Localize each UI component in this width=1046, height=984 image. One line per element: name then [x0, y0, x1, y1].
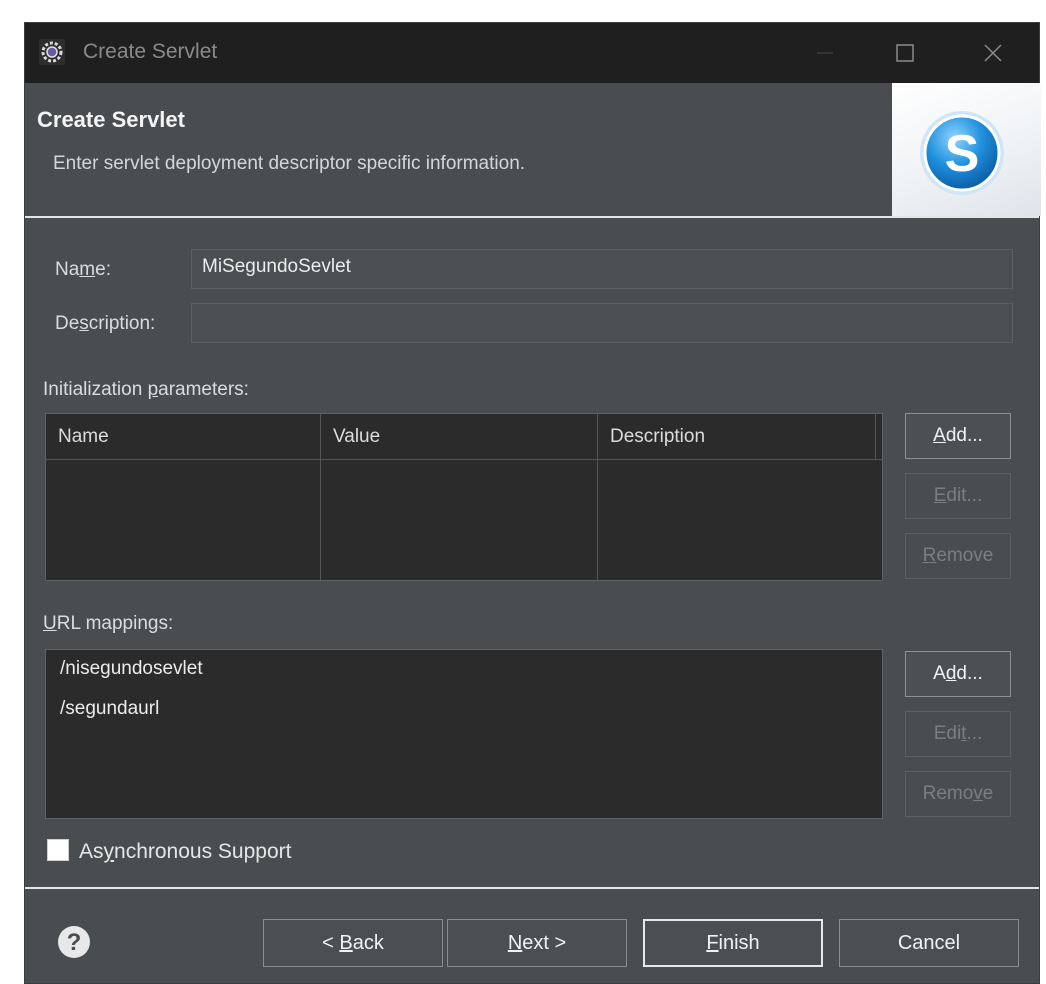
- next-button[interactable]: Next >: [447, 919, 627, 967]
- description-label: Description:: [55, 313, 156, 334]
- asynchronous-support-label[interactable]: Asynchronous Support: [79, 840, 291, 864]
- cancel-button[interactable]: Cancel: [839, 919, 1019, 967]
- wizard-page-title: Create Servlet: [37, 107, 185, 132]
- url-mappings-remove-button[interactable]: Remove: [905, 771, 1011, 817]
- servlet-logo-icon: S: [920, 111, 1004, 195]
- init-params-remove-button[interactable]: Remove: [905, 533, 1011, 579]
- back-button[interactable]: < Back: [263, 919, 443, 967]
- maximize-icon[interactable]: [887, 35, 923, 71]
- url-mappings-add-button[interactable]: Add...: [905, 651, 1011, 697]
- name-label: Name:: [55, 259, 111, 280]
- finish-button[interactable]: Finish: [643, 919, 823, 967]
- url-mappings-label: URL mappings:: [43, 613, 174, 634]
- help-icon[interactable]: ?: [57, 925, 91, 959]
- init-params-add-button[interactable]: Add...: [905, 413, 1011, 459]
- column-divider: [597, 460, 598, 580]
- url-mappings-edit-button[interactable]: Edit...: [905, 711, 1011, 757]
- table-header: Name Value Description: [46, 414, 882, 460]
- init-params-label: Initialization parameters:: [43, 379, 249, 400]
- minimize-icon[interactable]: [807, 35, 843, 71]
- url-mappings-list[interactable]: /nisegundosevlet /segundaurl: [45, 649, 883, 819]
- column-divider: [320, 460, 321, 580]
- init-params-edit-button[interactable]: Edit...: [905, 473, 1011, 519]
- svg-text:?: ?: [67, 929, 82, 956]
- list-item[interactable]: /segundaurl: [60, 698, 159, 720]
- banner-separator: [25, 216, 1039, 218]
- window-title: Create Servlet: [83, 40, 218, 63]
- close-icon[interactable]: [975, 35, 1011, 71]
- eclipse-gear-icon: [39, 39, 65, 65]
- init-params-table[interactable]: Name Value Description: [45, 413, 883, 581]
- create-servlet-dialog: Create Servlet Create Servlet Enter serv…: [24, 22, 1041, 984]
- logo-letter: S: [945, 125, 980, 183]
- column-header-name[interactable]: Name: [46, 414, 321, 460]
- asynchronous-support-checkbox[interactable]: [47, 839, 69, 861]
- column-header-description[interactable]: Description: [598, 414, 876, 460]
- banner-logo-area: S: [892, 83, 1041, 216]
- column-header-value[interactable]: Value: [321, 414, 598, 460]
- description-field[interactable]: [191, 303, 1013, 343]
- name-field[interactable]: MiSegundoSevlet: [191, 249, 1013, 289]
- title-bar[interactable]: Create Servlet: [25, 23, 1039, 83]
- list-item[interactable]: /nisegundosevlet: [60, 658, 203, 680]
- wizard-banner: Create Servlet Enter servlet deployment …: [25, 83, 1041, 216]
- footer-separator: [25, 887, 1039, 889]
- wizard-page-description: Enter servlet deployment descriptor spec…: [53, 153, 526, 174]
